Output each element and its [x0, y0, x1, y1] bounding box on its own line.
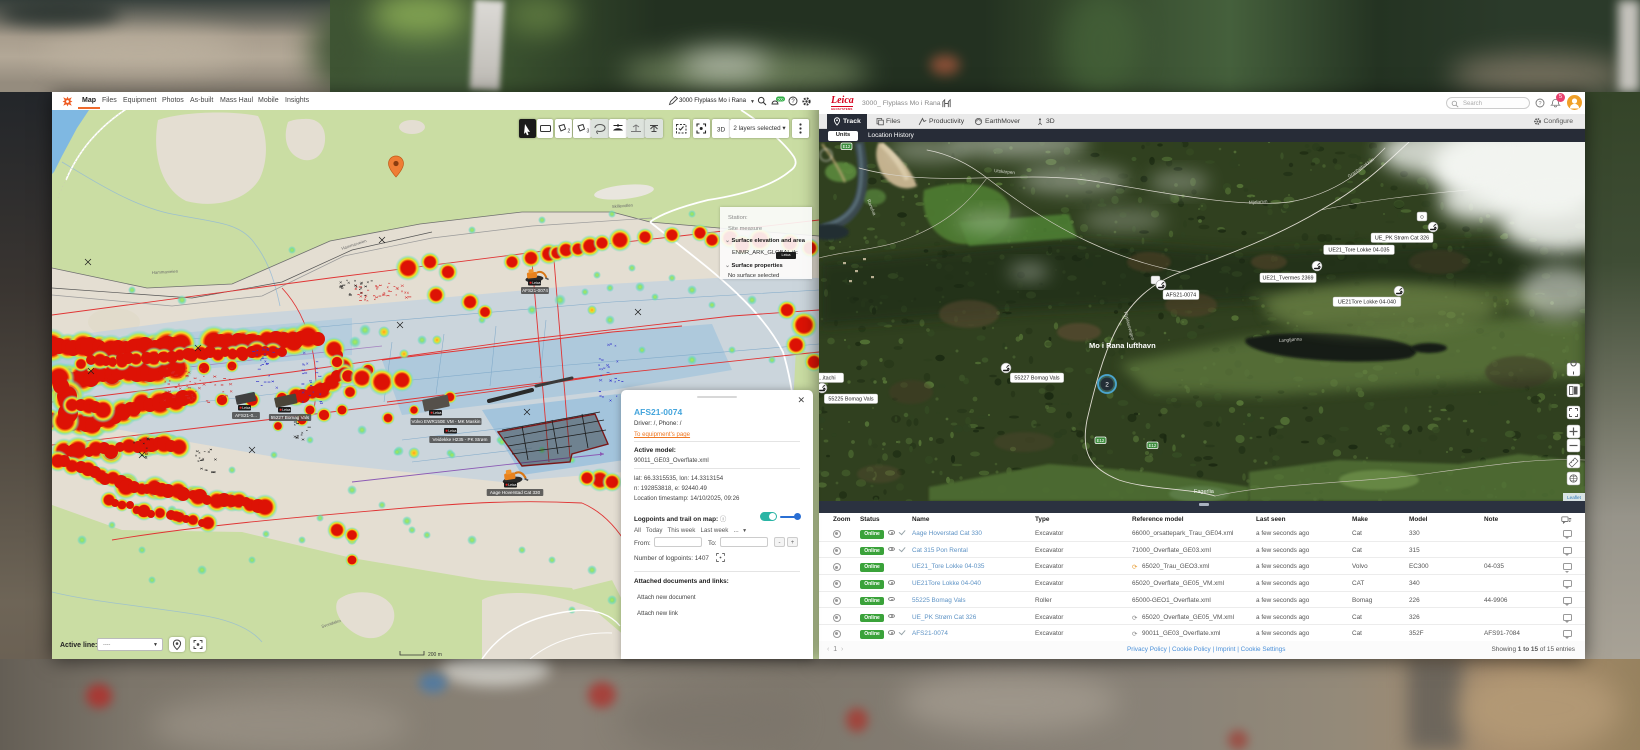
svg-text:E12: E12	[1149, 443, 1157, 448]
svg-text:⊙: ⊙	[1420, 215, 1424, 221]
svg-text:Fagerlia: Fagerlia	[1194, 489, 1215, 495]
svg-text:Leica: Leica	[282, 408, 290, 412]
svg-text:AFS21-0...: AFS21-0...	[235, 413, 257, 418]
svg-text:55227 Bomag Vals: 55227 Bomag Vals	[1014, 376, 1059, 382]
svg-text:Aage Hoverstad Cat 330: Aage Hoverstad Cat 330	[490, 490, 541, 495]
svg-text:Leica: Leica	[532, 281, 540, 285]
svg-text:2: 2	[1105, 382, 1109, 389]
svg-text:Veidekke H235 - PK Strøm: Veidekke H235 - PK Strøm	[433, 437, 488, 442]
svg-text:Volvo EWR150E VM - MK Maskin: Volvo EWR150E VM - MK Maskin	[412, 419, 481, 424]
svg-text:UE21_Tvermes 2369: UE21_Tvermes 2369	[1263, 276, 1314, 282]
svg-text:?: ?	[1538, 101, 1541, 107]
svg-text:AFS21-0074: AFS21-0074	[1166, 293, 1196, 299]
svg-text:Leica: Leica	[433, 411, 441, 415]
svg-text:UE21_Tore Lokke 04-035: UE21_Tore Lokke 04-035	[1328, 248, 1389, 254]
svg-text:...itachi: ...itachi	[819, 376, 836, 382]
svg-text:Leica: Leica	[242, 406, 250, 410]
svg-text:200 m: 200 m	[428, 652, 442, 658]
svg-text:2: 2	[568, 129, 571, 135]
svg-text:3: 3	[586, 129, 589, 135]
svg-text:E12: E12	[843, 144, 851, 149]
svg-text:500: 500	[778, 98, 784, 102]
svg-text:UE21Tore Lokke 04-040: UE21Tore Lokke 04-040	[1338, 300, 1396, 306]
svg-text:Leica: Leica	[448, 429, 456, 433]
svg-text:AFS21-0074: AFS21-0074	[522, 288, 548, 293]
svg-text:3D: 3D	[716, 127, 725, 134]
svg-text:55227 Bomag Vals: 55227 Bomag Vals	[271, 415, 310, 420]
svg-text:Leica: Leica	[508, 483, 516, 487]
svg-text:UE_PK Strøm Cat 326: UE_PK Strøm Cat 326	[1375, 236, 1429, 242]
svg-text:Leaflet: Leaflet	[1567, 495, 1582, 500]
svg-text:55225 Bomag Vals: 55225 Bomag Vals	[828, 397, 873, 403]
svg-text:Mo i Rana lufthavn: Mo i Rana lufthavn	[1089, 341, 1156, 350]
svg-text:E12: E12	[1097, 438, 1105, 443]
